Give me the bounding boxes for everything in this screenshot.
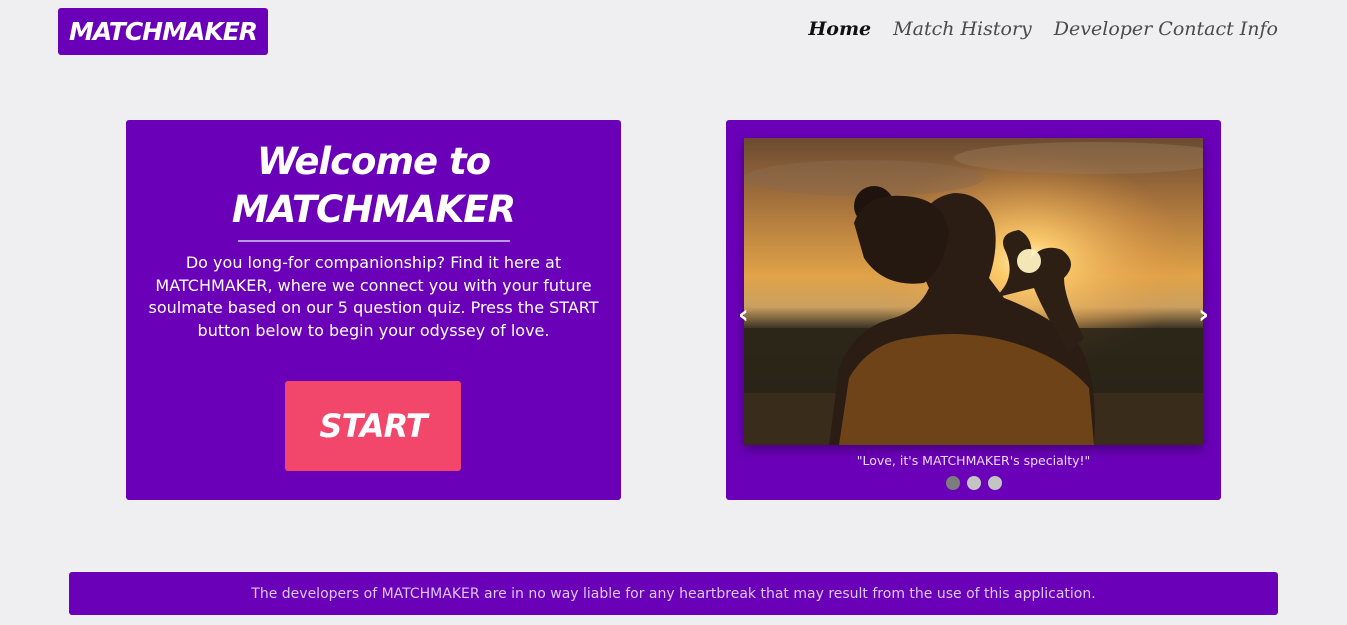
carousel-slide-image <box>744 138 1203 445</box>
welcome-divider <box>237 240 510 242</box>
welcome-title-line2: MATCHMAKER <box>231 188 516 231</box>
carousel-dot-3[interactable] <box>987 476 1002 490</box>
footer-disclaimer-text: The developers of MATCHMAKER are in no w… <box>251 585 1096 602</box>
nav-developer-contact[interactable]: Developer Contact Info <box>1054 18 1278 40</box>
nav-home[interactable]: Home <box>808 18 871 40</box>
carousel-indicators <box>726 476 1221 490</box>
welcome-title: Welcome to MATCHMAKER <box>126 138 621 234</box>
welcome-card: Welcome to MATCHMAKER Do you long-for co… <box>126 120 621 500</box>
start-button[interactable]: START <box>285 381 461 471</box>
image-carousel: ‹ › "Love, it's MATCHMAKER's specialty!" <box>726 120 1221 500</box>
carousel-dot-2[interactable] <box>966 476 981 490</box>
nav-match-history[interactable]: Match History <box>893 18 1032 40</box>
carousel-prev-icon[interactable]: ‹ <box>738 302 749 328</box>
footer-disclaimer: The developers of MATCHMAKER are in no w… <box>69 572 1278 615</box>
sunset-heart-photo <box>744 138 1203 445</box>
main-nav: Home Match History Developer Contact Inf… <box>808 18 1278 40</box>
carousel-dot-1[interactable] <box>945 476 960 490</box>
logo[interactable]: MATCHMAKER <box>58 8 268 55</box>
carousel-caption: "Love, it's MATCHMAKER's specialty!" <box>856 453 1091 468</box>
welcome-description: Do you long-for companionship? Find it h… <box>148 253 599 340</box>
welcome-title-line1: Welcome to <box>256 140 491 183</box>
carousel-next-icon[interactable]: › <box>1198 302 1209 328</box>
